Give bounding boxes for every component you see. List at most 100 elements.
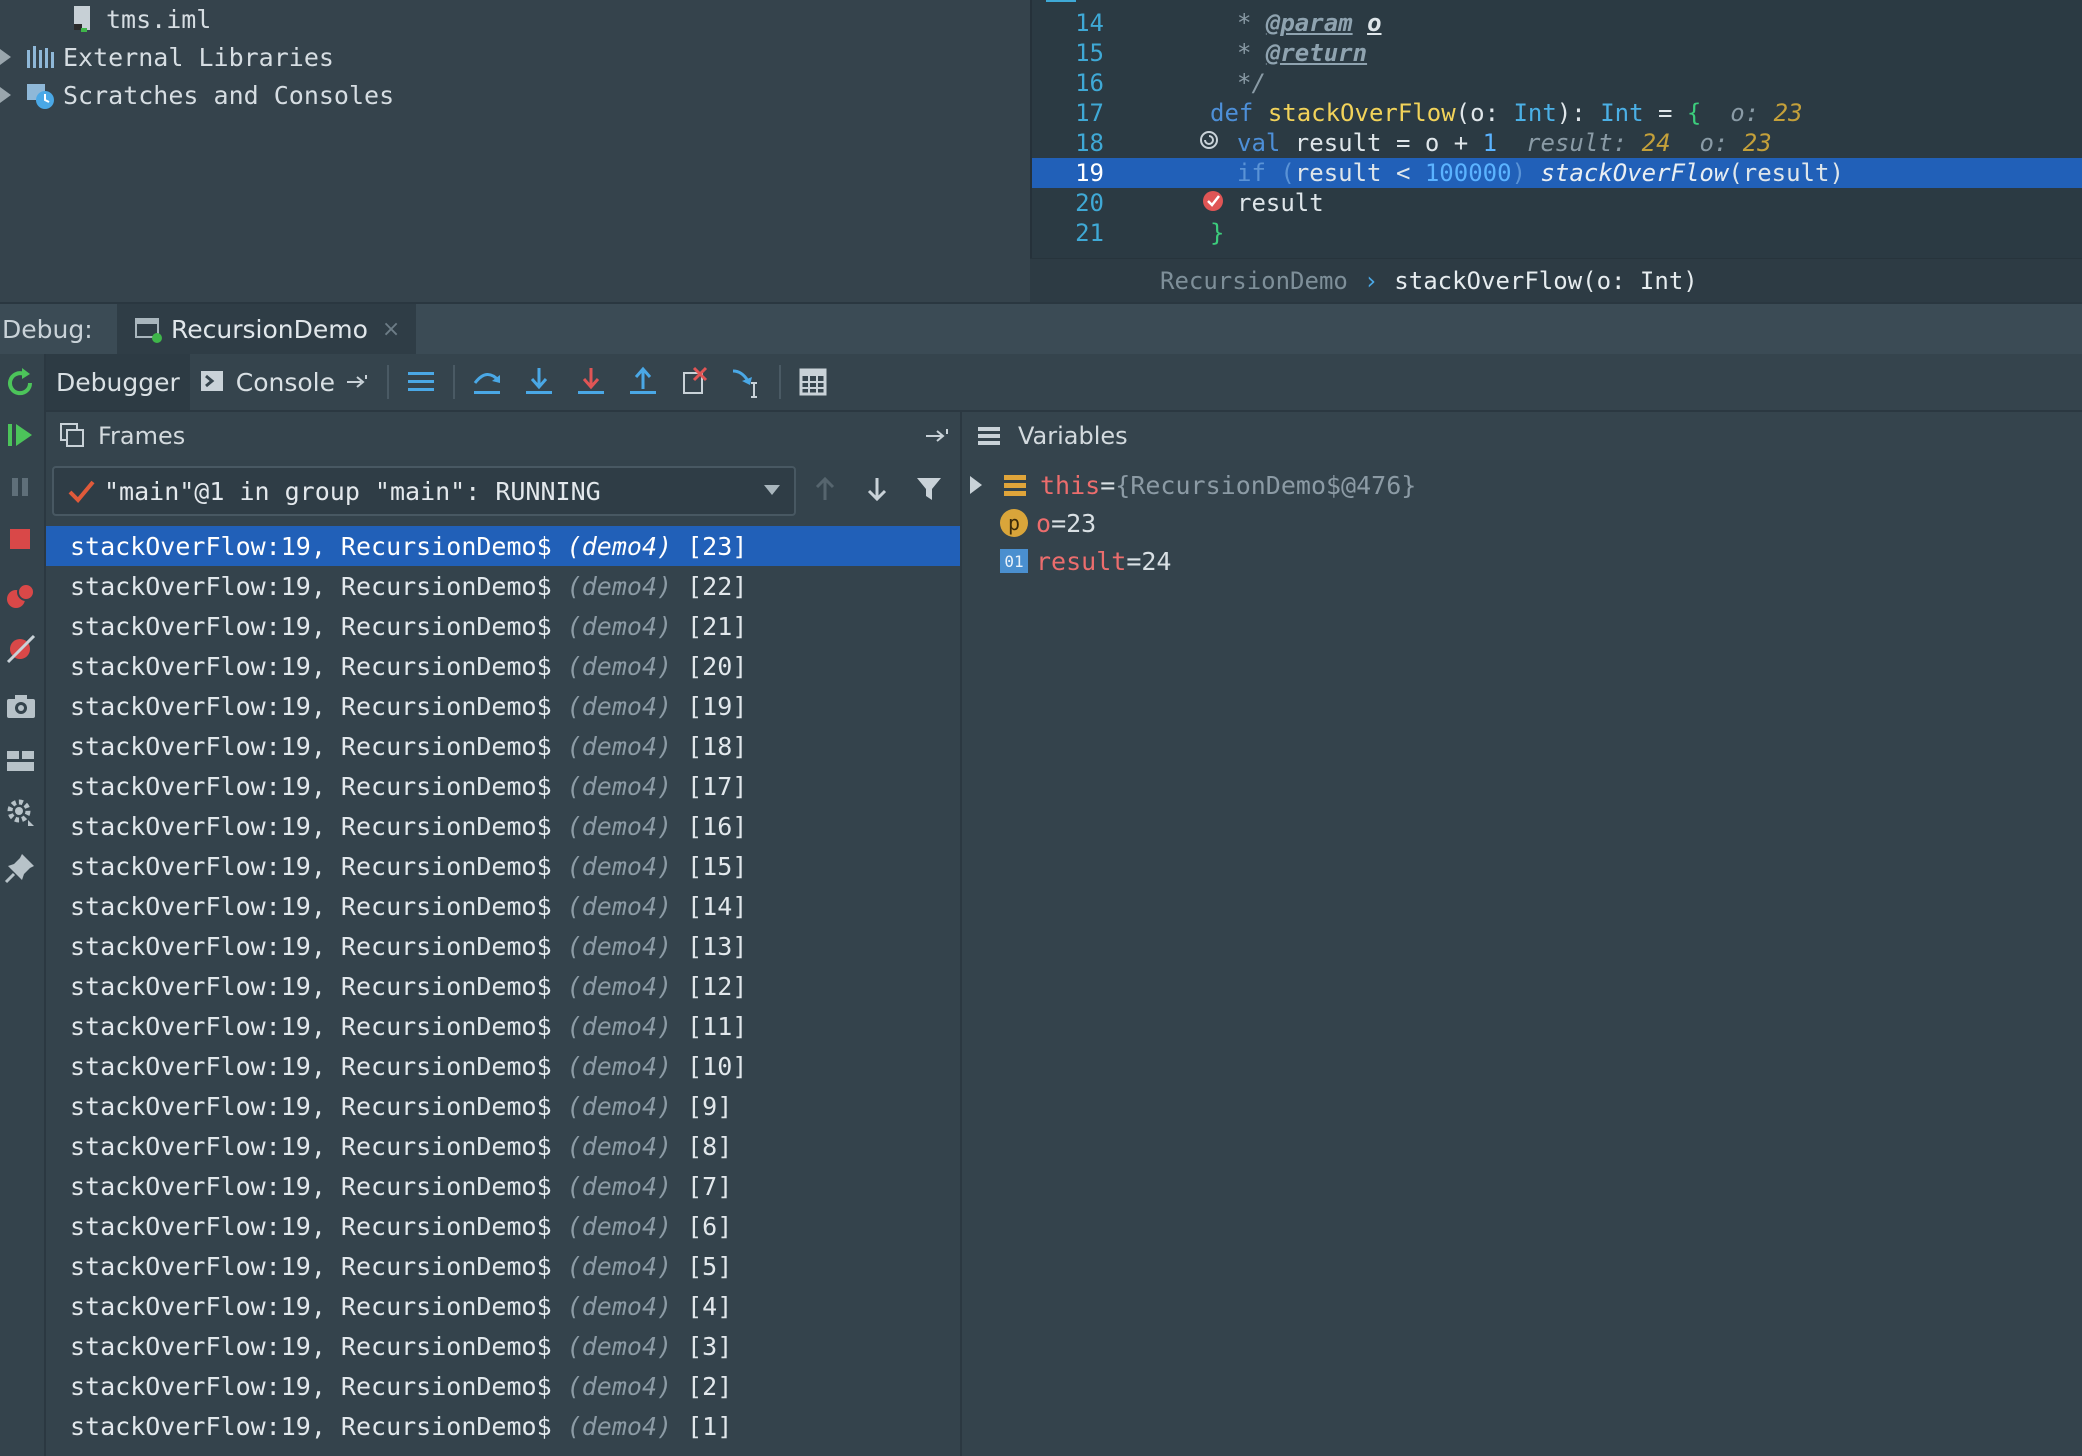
force-step-into-icon[interactable] [574,365,608,399]
gutter[interactable] [1104,128,1152,158]
evaluate-expression-icon[interactable] [796,365,830,399]
frame-index: [22] [672,571,748,601]
code-line[interactable]: 18 val result = o + 1 result: 24 o: 23 [1032,128,2082,158]
frame-method: stackOverFlow:19, RecursionDemo$ [70,1291,567,1321]
tab-console[interactable]: Console [190,354,381,410]
breadcrumb-parent[interactable]: RecursionDemo [1030,267,1348,295]
separator [387,365,389,399]
frame-item[interactable]: stackOverFlow:19, RecursionDemo$ (demo4)… [46,1126,960,1166]
view-breakpoints-icon[interactable] [4,580,38,614]
frame-item[interactable]: stackOverFlow:19, RecursionDemo$ (demo4)… [46,646,960,686]
show-execution-point-icon[interactable] [404,365,438,399]
gutter[interactable] [1104,8,1152,38]
frame-index: [13] [672,931,748,961]
frame-item[interactable]: stackOverFlow:19, RecursionDemo$ (demo4)… [46,926,960,966]
move-arrow-icon[interactable] [345,369,371,395]
gutter[interactable] [1104,38,1152,68]
step-into-icon[interactable] [522,365,556,399]
code-line[interactable]: 17 def stackOverFlow(o: Int): Int = { o:… [1032,98,2082,149]
frame-package: (demo4) [566,651,673,681]
settings-icon[interactable] [4,796,38,830]
frame-item[interactable]: stackOverFlow:19, RecursionDemo$ (demo4)… [46,566,960,606]
filter-icon[interactable] [914,474,944,504]
frame-item[interactable]: stackOverFlow:19, RecursionDemo$ (demo4)… [46,1006,960,1046]
frame-item[interactable]: stackOverFlow:19, RecursionDemo$ (demo4)… [46,1166,960,1206]
frame-package: (demo4) [566,1251,673,1281]
expand-arrow-icon[interactable] [970,476,982,494]
pause-icon[interactable] [4,470,38,504]
gutter[interactable] [1104,98,1218,149]
step-out-icon[interactable] [626,365,660,399]
mute-breakpoints-icon[interactable] [4,632,38,666]
arrow-down-icon[interactable] [862,474,892,504]
layout-icon[interactable] [4,744,38,778]
frame-method: stackOverFlow:19, RecursionDemo$ [70,1331,567,1361]
tree-item-scratches[interactable]: Scratches and Consoles [0,76,394,114]
drop-frame-icon[interactable] [678,365,712,399]
resume-icon[interactable] [4,418,38,452]
tree-item-tms-iml[interactable]: tms.iml [68,0,211,38]
pin-icon[interactable] [4,850,38,884]
expand-arrow-icon[interactable] [0,49,11,65]
variable-row-o[interactable]: p o = 23 [1000,504,1096,542]
arrow-up-icon[interactable] [810,474,840,504]
thread-row: "main"@1 in group "main": RUNNING [46,460,960,526]
step-over-icon[interactable] [470,365,504,399]
frame-item[interactable]: stackOverFlow:19, RecursionDemo$ (demo4)… [46,1086,960,1126]
camera-icon[interactable] [4,690,38,724]
breadcrumb-current[interactable]: stackOverFlow(o: Int) [1394,267,1697,295]
separator [453,365,455,399]
panel-title: Frames [98,422,186,450]
frames-header: Frames [46,412,960,460]
code-line[interactable]: 20 result [1032,188,2082,218]
chevron-down-icon[interactable] [764,485,780,495]
frame-item[interactable]: stackOverFlow:19, RecursionDemo$ (demo4)… [46,726,960,766]
frame-item[interactable]: stackOverFlow:19, RecursionDemo$ (demo4)… [46,1406,960,1446]
frame-item[interactable]: stackOverFlow:19, RecursionDemo$ (demo4)… [46,846,960,886]
run-to-cursor-icon[interactable] [730,365,764,399]
frame-package: (demo4) [566,891,673,921]
code-line[interactable]: 15 * @return [1032,38,2082,68]
frame-index: [8] [672,1131,733,1161]
frame-item[interactable]: stackOverFlow:19, RecursionDemo$ (demo4)… [46,1206,960,1246]
gutter[interactable] [1104,68,1152,98]
tree-item-label: External Libraries [63,42,334,72]
frame-method: stackOverFlow:19, RecursionDemo$ [70,1091,567,1121]
gutter[interactable] [1104,158,1223,211]
stop-icon[interactable] [4,522,38,556]
frame-item[interactable]: stackOverFlow:19, RecursionDemo$ (demo4)… [46,966,960,1006]
variable-row-result[interactable]: 01 result = 24 [1000,542,1171,580]
expand-arrow-icon[interactable] [0,87,11,103]
frame-package: (demo4) [566,1371,673,1401]
move-arrow-icon[interactable] [924,421,954,451]
tab-debugger[interactable]: Debugger [46,354,190,410]
current-execution-line[interactable]: 19 if (result < 100000) stackOverFlow(re… [1032,158,2082,211]
frame-item[interactable]: stackOverFlow:19, RecursionDemo$ (demo4)… [46,1326,960,1366]
frame-item[interactable]: stackOverFlow:19, RecursionDemo$ (demo4)… [46,606,960,646]
frame-item[interactable]: stackOverFlow:19, RecursionDemo$ (demo4)… [46,1246,960,1286]
code-editor[interactable]: 14 * @param o 15 * @return 16 */ 17 def … [1030,0,2082,258]
frame-item[interactable]: stackOverFlow:19, RecursionDemo$ (demo4)… [46,1286,960,1326]
tree-item-external-libraries[interactable]: External Libraries [0,38,334,76]
library-icon [25,42,55,72]
gutter[interactable] [1104,218,1152,248]
code-line[interactable]: 14 * @param o [1032,8,2082,38]
code-line[interactable]: 16 */ [1032,68,2082,98]
thread-select[interactable]: "main"@1 in group "main": RUNNING [52,466,796,516]
frame-method: stackOverFlow:19, RecursionDemo$ [70,771,567,801]
frame-item[interactable]: stackOverFlow:19, RecursionDemo$ (demo4)… [46,806,960,846]
tab-recursion-demo[interactable]: RecursionDemo × [117,304,417,354]
frame-index: [7] [672,1171,733,1201]
close-icon[interactable]: × [382,317,400,342]
frame-item[interactable]: stackOverFlow:19, RecursionDemo$ (demo4)… [46,526,960,566]
gutter[interactable] [1104,188,1152,218]
frame-item[interactable]: stackOverFlow:19, RecursionDemo$ (demo4)… [46,886,960,926]
console-icon [200,371,223,391]
frame-item[interactable]: stackOverFlow:19, RecursionDemo$ (demo4)… [46,1366,960,1406]
frame-item[interactable]: stackOverFlow:19, RecursionDemo$ (demo4)… [46,766,960,806]
frame-item[interactable]: stackOverFlow:19, RecursionDemo$ (demo4)… [46,1046,960,1086]
frame-item[interactable]: stackOverFlow:19, RecursionDemo$ (demo4)… [46,686,960,726]
variable-row-this[interactable]: this = {RecursionDemo$@476} [970,466,1416,504]
code-line[interactable]: 21 } [1032,218,2082,248]
rerun-icon[interactable] [4,366,38,400]
